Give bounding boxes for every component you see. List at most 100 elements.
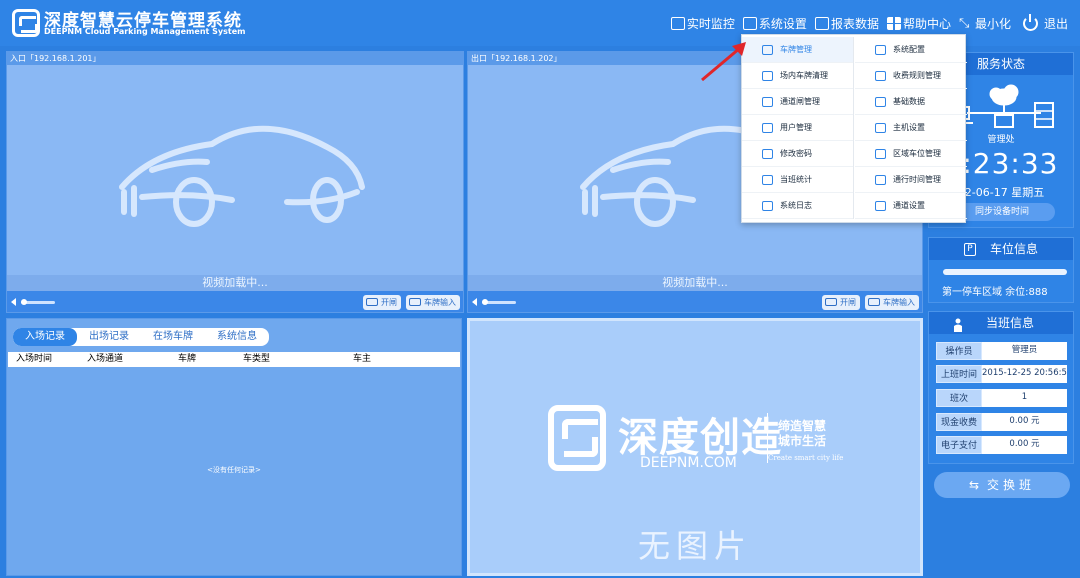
menu-item-base-data[interactable]: 基础数据	[855, 89, 967, 115]
settings-icon	[742, 16, 757, 30]
tab-system-info[interactable]: 系统信息	[205, 328, 269, 346]
records-panel: 入场记录 出场记录 在场车牌 系统信息 入场时间 入场通道 车牌 车类型 车主 …	[6, 318, 462, 576]
brand-logo-icon	[548, 405, 606, 471]
logo-icon	[12, 9, 40, 37]
user-switch-icon: ⇆	[968, 478, 980, 492]
menu-item-area-spaces[interactable]: 区域车位管理	[855, 141, 967, 167]
tab-present-plates[interactable]: 在场车牌	[141, 328, 205, 346]
brand-slogan-en: Create smart city life	[768, 454, 844, 462]
users-icon	[762, 123, 773, 133]
parking-capacity-bar	[943, 269, 1067, 275]
top-nav: 实时监控 系统设置 报表数据 帮助中心 ⤡ 最小化 退出	[663, 12, 1068, 34]
parking-icon	[875, 149, 886, 159]
menu-item-user-management[interactable]: 用户管理	[742, 115, 853, 141]
duty-row-operator: 操作员 管理员	[936, 342, 1067, 360]
report-icon	[814, 16, 829, 30]
parking-remaining-text: 第一停车区域 余位:888	[942, 287, 1048, 298]
person-icon	[954, 318, 962, 332]
gear-icon	[875, 45, 886, 55]
entrance-label: 入口「192.168.1.201」	[7, 52, 463, 65]
gate-icon	[762, 97, 773, 107]
menu-column-left: 车牌管理 场内车牌清理 通道闸管理 用户管理 修改密码 当班统计 系统日志	[742, 37, 854, 219]
tab-exit-records[interactable]: 出场记录	[77, 328, 141, 346]
switch-shift-button[interactable]: ⇆ 交换班	[934, 472, 1070, 498]
duty-row-epay: 电子支付 0.00 元	[936, 436, 1067, 454]
column-header[interactable]: 车主	[353, 352, 371, 367]
duty-info-header: 当班信息	[929, 312, 1073, 334]
nav-minimize[interactable]: ⤡ 最小化	[959, 15, 1011, 32]
annotation-arrow-icon	[701, 42, 746, 82]
gears-icon	[875, 97, 886, 107]
brand-slogan: 缔造智慧 城市生活	[778, 419, 827, 448]
parking-info-box: P 车位信息 第一停车区域 余位:888	[928, 237, 1074, 303]
menu-item-system-config[interactable]: 系统配置	[855, 37, 967, 63]
grid-icon	[886, 16, 901, 30]
volume-slider[interactable]	[21, 299, 55, 305]
monitor-icon	[670, 16, 685, 30]
car-icon	[868, 298, 880, 306]
duty-row-shift: 班次 1	[936, 389, 1067, 407]
calendar-icon	[762, 201, 773, 211]
menu-item-system-log[interactable]: 系统日志	[742, 193, 853, 219]
server-icon	[875, 123, 886, 133]
car-placeholder-icon	[119, 125, 365, 227]
broom-icon	[762, 71, 773, 81]
plate-image-panel: 深度创造 DEEPNM.COM 缔造智慧 城市生活 Create smart c…	[467, 318, 923, 576]
lock-icon	[762, 149, 773, 159]
table-header: 入场时间 入场通道 车牌 车类型 车主	[8, 352, 460, 367]
column-header[interactable]: 入场通道	[87, 352, 123, 367]
yen-icon	[875, 71, 886, 81]
menu-item-change-password[interactable]: 修改密码	[742, 141, 853, 167]
power-icon	[1022, 13, 1038, 31]
gate-icon	[825, 298, 837, 306]
no-image-text: 无图片	[637, 527, 752, 565]
menu-column-right: 系统配置 收费规则管理 基础数据 主机设置 区域车位管理 通行时间管理 通道设置	[855, 37, 967, 219]
app-subtitle: DEEPNM Cloud Parking Management System	[44, 27, 246, 36]
entrance-plate-input-button[interactable]: 车牌输入	[406, 295, 460, 310]
empty-records-text: <没有任何记录>	[207, 466, 261, 474]
menu-item-fee-rules[interactable]: 收费规则管理	[855, 63, 967, 89]
menu-item-plate-management[interactable]: 车牌管理	[742, 37, 853, 63]
duty-row-start-time: 上班时间 2015-12-25 20:56:53	[936, 365, 1067, 383]
menu-item-pass-time[interactable]: 通行时间管理	[855, 167, 967, 193]
parking-info-title: 车位信息	[989, 242, 1038, 256]
duty-info-box: 当班信息 操作员 管理员 上班时间 2015-12-25 20:56:53 班次…	[928, 311, 1074, 464]
channel-icon	[875, 201, 886, 211]
gate-icon	[366, 298, 378, 306]
exit-controls: 开闸 车牌输入	[468, 291, 922, 312]
menu-item-host-settings[interactable]: 主机设置	[855, 115, 967, 141]
volume-icon[interactable]	[472, 298, 477, 306]
menu-item-channel-settings[interactable]: 通道设置	[855, 193, 967, 219]
column-header[interactable]: 车类型	[243, 352, 270, 367]
settings-dropdown-menu: 车牌管理 场内车牌清理 通道闸管理 用户管理 修改密码 当班统计 系统日志 系统…	[741, 34, 967, 223]
exit-plate-input-button[interactable]: 车牌输入	[865, 295, 919, 310]
column-header[interactable]: 入场时间	[16, 352, 52, 367]
tab-entry-records[interactable]: 入场记录	[13, 328, 77, 346]
menu-item-plate-cleanup[interactable]: 场内车牌清理	[742, 63, 853, 89]
exit-loading-text: 视频加载中...	[468, 275, 922, 291]
entrance-controls: 开闸 车牌输入	[7, 291, 463, 312]
statistics-icon	[762, 175, 773, 185]
minimize-icon: ⤡	[958, 15, 970, 31]
nav-report[interactable]: 报表数据	[814, 15, 879, 32]
menu-item-shift-statistics[interactable]: 当班统计	[742, 167, 853, 193]
column-header[interactable]: 车牌	[178, 352, 196, 367]
nav-help[interactable]: 帮助中心	[886, 15, 951, 32]
nav-realtime[interactable]: 实时监控	[670, 15, 735, 32]
volume-slider[interactable]	[482, 299, 516, 305]
entrance-loading-text: 视频加载中...	[7, 275, 463, 291]
nav-exit[interactable]: 退出	[1022, 13, 1068, 32]
volume-icon[interactable]	[11, 298, 16, 306]
entrance-camera-panel: 入口「192.168.1.201」 视频加载中... 开闸 车牌输入	[6, 51, 464, 313]
records-tabs: 入场记录 出场记录 在场车牌 系统信息	[13, 328, 269, 346]
parking-icon: P	[963, 243, 976, 256]
car-icon	[762, 45, 773, 55]
clock-icon	[875, 175, 886, 185]
exit-open-gate-button[interactable]: 开闸	[822, 295, 860, 310]
parking-info-header: P 车位信息	[929, 238, 1073, 260]
brand-domain: DEEPNM.COM	[640, 455, 737, 471]
nav-settings[interactable]: 系统设置	[742, 15, 807, 32]
menu-item-gate-management[interactable]: 通道闸管理	[742, 89, 853, 115]
entrance-open-gate-button[interactable]: 开闸	[363, 295, 401, 310]
duty-info-title: 当班信息	[985, 316, 1034, 330]
